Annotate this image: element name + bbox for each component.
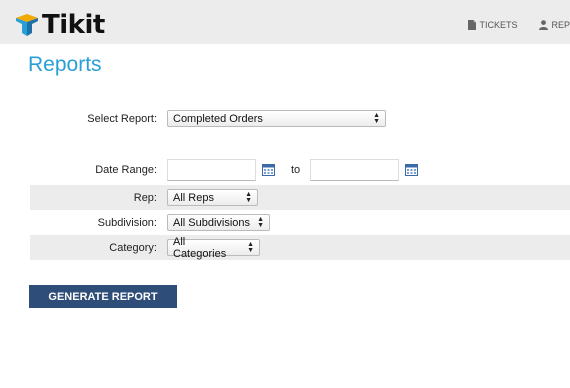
nav-rep-label: REP [551, 20, 570, 30]
subdivision-select-value: All Subdivisions [173, 216, 251, 229]
subdivision-label: Subdivision: [97, 216, 157, 229]
tikit-logo-icon [14, 12, 40, 38]
report-select[interactable]: Completed Orders ▲ ▼ [167, 110, 386, 127]
select-arrows-icon: ▲ ▼ [373, 111, 380, 125]
document-icon [468, 20, 477, 30]
rep-row: Rep: All Reps ▲ ▼ [30, 185, 570, 210]
report-row: Select Report: Completed Orders ▲ ▼ [30, 106, 570, 131]
subdivision-row: Subdivision: All Subdivisions ▲ ▼ [30, 210, 570, 235]
date-from-input[interactable] [167, 158, 256, 181]
brand-logo[interactable]: Tikit [14, 12, 105, 38]
brand-name: Tikit [42, 10, 105, 40]
report-label: Select Report: [87, 112, 157, 125]
rep-select-value: All Reps [173, 191, 214, 204]
date-range-row: Date Range: to [30, 157, 570, 182]
rep-label: Rep: [133, 191, 157, 204]
nav-tickets-label: TICKETS [479, 20, 518, 30]
category-select-value: All Categories [173, 235, 227, 260]
generate-report-button[interactable]: GENERATE REPORT [29, 285, 177, 308]
select-arrows-icon: ▲ ▼ [245, 190, 252, 204]
date-range-label: Date Range: [95, 163, 157, 176]
calendar-icon[interactable] [405, 163, 419, 176]
calendar-icon[interactable] [262, 163, 275, 176]
date-to-label: to [291, 163, 301, 176]
nav-tickets[interactable]: TICKETS [468, 20, 517, 30]
page-title: Reports [28, 53, 102, 76]
top-navbar: Tikit TICKETS REP [0, 0, 570, 44]
main-nav: TICKETS REP [468, 20, 570, 30]
category-select[interactable]: All Categories ▲ ▼ [167, 236, 260, 260]
person-icon [539, 20, 549, 30]
nav-rep[interactable]: REP [539, 20, 570, 30]
category-label: Category: [109, 241, 157, 254]
category-row: Category: All Categories ▲ ▼ [30, 235, 570, 260]
subdivision-select[interactable]: All Subdivisions ▲ ▼ [167, 214, 270, 231]
select-arrows-icon: ▲ ▼ [247, 240, 254, 254]
report-select-value: Completed Orders [173, 112, 263, 125]
date-to-input[interactable] [310, 158, 400, 181]
rep-select[interactable]: All Reps ▲ ▼ [167, 189, 258, 206]
select-arrows-icon: ▲ ▼ [257, 215, 264, 229]
